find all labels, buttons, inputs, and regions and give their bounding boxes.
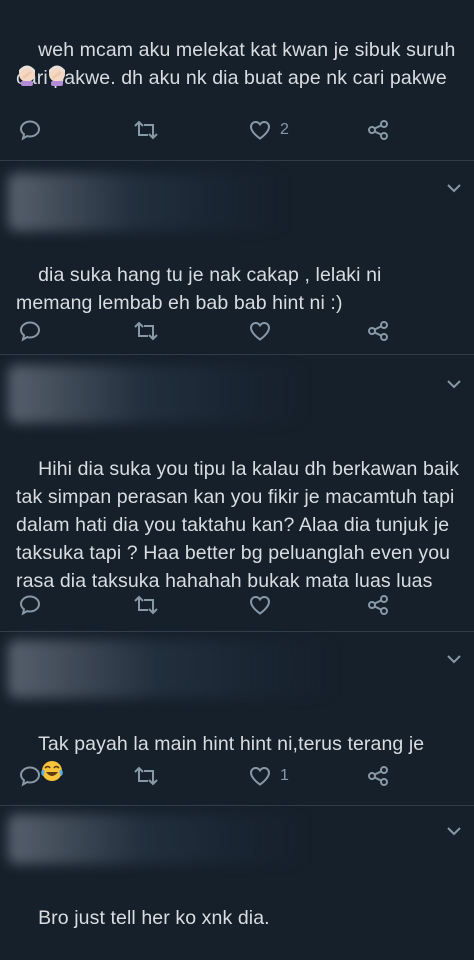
tweet-2[interactable]: dia suka hang tu je nak cakap , lelaki n… — [0, 161, 474, 354]
blurred-author — [8, 814, 308, 864]
tweet-4[interactable]: Tak payah la main hint hint ni,terus ter… — [0, 632, 474, 805]
retweet-button[interactable] — [133, 762, 159, 790]
like-count: 1 — [280, 767, 289, 784]
share-button[interactable] — [366, 762, 390, 790]
woman-facepalming-emoji — [49, 65, 66, 86]
chevron-down-icon[interactable] — [446, 826, 462, 836]
reply-icon — [19, 120, 41, 141]
retweet-icon — [134, 321, 158, 341]
emoji-row — [16, 64, 68, 86]
retweet-button[interactable] — [133, 317, 159, 345]
heart-icon — [249, 120, 271, 140]
heart-icon — [249, 595, 271, 615]
tweet-3[interactable]: Hihi dia suka you tipu la kalau dh berka… — [0, 355, 474, 631]
reply-button[interactable] — [18, 116, 42, 144]
tweet-1[interactable]: weh mcam aku melekat kat kwan je sibuk s… — [0, 0, 474, 160]
tweet-text: Tak payah la main hint hint ni,terus ter… — [16, 702, 460, 814]
reply-icon — [19, 595, 41, 616]
reply-icon — [19, 321, 41, 342]
share-button[interactable] — [366, 591, 390, 619]
like-button[interactable]: 1 — [248, 762, 289, 790]
share-icon — [368, 120, 388, 140]
blurred-author — [8, 173, 288, 231]
tweet-5[interactable]: Bro just tell her ko xnk dia. — [0, 806, 474, 929]
reply-button[interactable] — [18, 762, 42, 790]
reply-icon — [19, 766, 41, 787]
share-button[interactable] — [366, 317, 390, 345]
share-icon — [368, 766, 388, 786]
heart-icon — [249, 321, 271, 341]
retweet-button[interactable] — [133, 116, 159, 144]
chevron-down-icon[interactable] — [446, 183, 462, 193]
chevron-down-icon[interactable] — [446, 654, 462, 664]
tweet-actions: 1 — [0, 762, 474, 790]
heart-icon — [249, 766, 271, 786]
like-button[interactable] — [248, 317, 280, 345]
chevron-down-icon[interactable] — [446, 379, 462, 389]
retweet-icon — [134, 120, 158, 140]
tweet-actions: 2 — [0, 116, 474, 144]
tweet-text: weh mcam aku melekat kat kwan je sibuk s… — [16, 39, 461, 89]
share-button[interactable] — [366, 116, 390, 144]
blurred-author — [8, 365, 308, 423]
share-icon — [368, 595, 388, 615]
retweet-icon — [134, 766, 158, 786]
blurred-author — [8, 640, 338, 698]
tweet-text: Bro just tell her ko xnk dia. — [38, 907, 270, 929]
tweet-actions — [0, 591, 474, 619]
tweet-actions — [0, 317, 474, 345]
retweet-icon — [134, 595, 158, 615]
share-icon — [368, 321, 388, 341]
like-button[interactable]: 2 — [248, 116, 289, 144]
like-count: 2 — [280, 121, 289, 138]
reply-button[interactable] — [18, 591, 42, 619]
reply-button[interactable] — [18, 317, 42, 345]
like-button[interactable] — [248, 591, 280, 619]
woman-facepalming-emoji — [19, 65, 35, 86]
retweet-button[interactable] — [133, 591, 159, 619]
